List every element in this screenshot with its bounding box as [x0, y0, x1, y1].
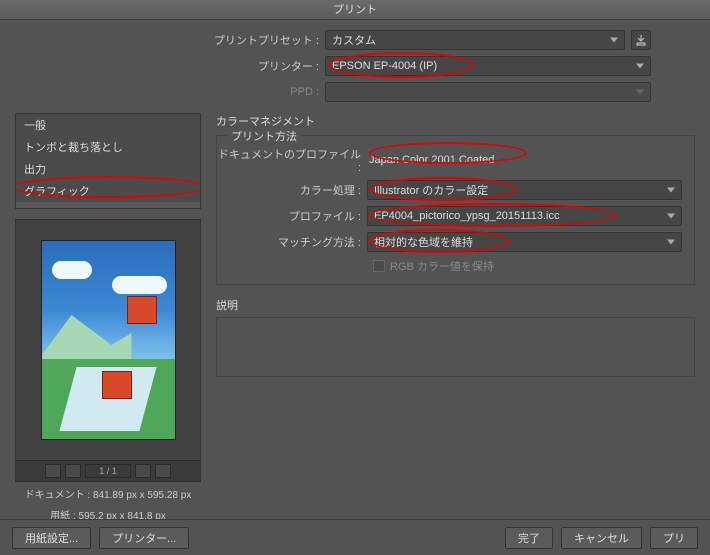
doc-profile-label: ドキュメントのプロファイル :: [217, 146, 367, 174]
section-item-graphics[interactable]: グラフィック: [16, 180, 200, 202]
preset-select[interactable]: カスタム: [325, 30, 625, 50]
print-method-legend: プリント方法: [227, 128, 301, 144]
nav-prev-icon[interactable]: [65, 464, 81, 478]
ppd-select: [325, 82, 651, 102]
nav-next-icon[interactable]: [135, 464, 151, 478]
nav-last-icon[interactable]: [155, 464, 171, 478]
footer: 用紙設定... プリンター... 完了 キャンセル プリ: [0, 519, 710, 555]
doc-dimensions: ドキュメント : 841.89 px x 595.28 px: [15, 482, 201, 503]
preset-label: プリントプリセット :: [20, 32, 325, 48]
print-method-fieldset: プリント方法 ドキュメントのプロファイル : Japan Color 2001 …: [216, 135, 695, 285]
window-title: プリント: [0, 0, 710, 20]
top-form: プリントプリセット : カスタム プリンター : EPSON EP-4004 (…: [0, 20, 710, 113]
cancel-button[interactable]: キャンセル: [561, 527, 642, 549]
section-item-general[interactable]: 一般: [16, 114, 200, 136]
color-handling-select[interactable]: Illustrator のカラー設定: [367, 180, 682, 200]
preview-panel: 1 / 1: [15, 219, 201, 482]
page-indicator: 1 / 1: [85, 464, 131, 478]
page-setup-button[interactable]: 用紙設定...: [12, 527, 91, 549]
printer-setup-button[interactable]: プリンター...: [99, 527, 189, 549]
printer-select[interactable]: EPSON EP-4004 (IP): [325, 56, 651, 76]
description-box: [216, 317, 695, 377]
section-list: 一般 トンボと裁ち落とし 出力 グラフィック カラーマネジメント 詳細 設定内容: [15, 113, 201, 209]
ppd-label: PPD :: [20, 86, 325, 98]
save-preset-icon[interactable]: [631, 30, 651, 50]
section-item-marks[interactable]: トンボと裁ち落とし: [16, 136, 200, 158]
section-item-output[interactable]: 出力: [16, 158, 200, 180]
preview-nav: 1 / 1: [16, 460, 200, 481]
color-handling-label: カラー処理 :: [217, 182, 367, 198]
preserve-rgb-label: RGB カラー値を保持: [390, 258, 494, 274]
preserve-rgb-checkbox: [373, 260, 385, 272]
render-intent-select[interactable]: 相対的な色域を維持: [367, 232, 682, 252]
printer-value: EPSON EP-4004 (IP): [332, 60, 437, 72]
preset-value: カスタム: [332, 32, 376, 48]
profile-value: EP4004_pictorico_ypsg_20151113.icc: [374, 210, 560, 222]
description-label: 説明: [216, 297, 695, 313]
color-mgmt-title: カラーマネジメント: [216, 113, 695, 129]
printer-label: プリンター :: [20, 58, 325, 74]
print-button[interactable]: プリ: [650, 527, 698, 549]
render-intent-label: マッチング方法 :: [217, 234, 367, 250]
profile-label: プロファイル :: [217, 208, 367, 224]
done-button[interactable]: 完了: [505, 527, 553, 549]
preserve-rgb-row: RGB カラー値を保持: [217, 258, 682, 274]
color-handling-value: Illustrator のカラー設定: [374, 182, 488, 198]
profile-select[interactable]: EP4004_pictorico_ypsg_20151113.icc: [367, 206, 682, 226]
doc-profile-value: Japan Color 2001 Coated: [367, 154, 494, 166]
preview-artwork: [41, 240, 176, 440]
section-item-colormgmt[interactable]: カラーマネジメント: [16, 202, 200, 209]
render-intent-value: 相対的な色域を維持: [374, 234, 473, 250]
nav-first-icon[interactable]: [45, 464, 61, 478]
preview-canvas: [16, 220, 200, 460]
